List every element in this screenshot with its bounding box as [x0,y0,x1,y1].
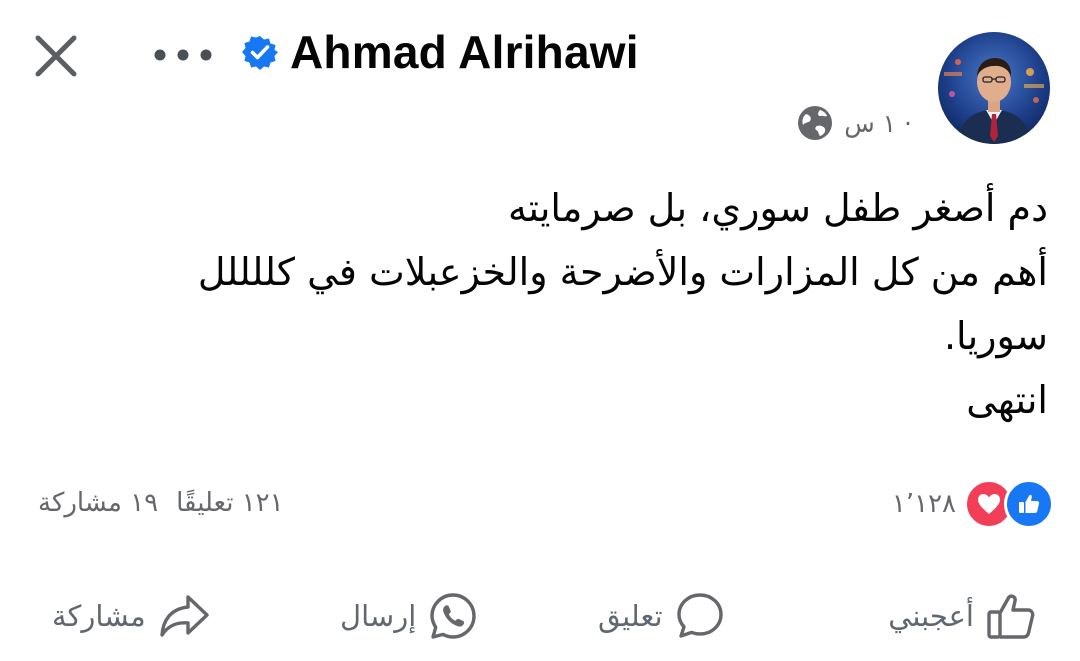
share-label: مشاركة [52,599,146,633]
author-name[interactable]: Ahmad Alrihawi [290,25,639,79]
share-button[interactable]: مشاركة [52,584,210,648]
post-line: دم أصغر طفل سوري، بل صرمايته [508,186,1048,230]
post-line: سوريا. [943,314,1048,358]
comment-label: تعليق [598,599,663,633]
like-icon [987,594,1035,639]
close-icon [35,35,77,77]
close-button[interactable] [28,28,84,84]
post-body: دم أصغر طفل سوري، بل صرمايته أهم من كل ا… [48,176,1048,432]
post-line: أهم من كل المزارات والأضرحة والخزعبلات ف… [197,250,1048,294]
share-icon [159,595,209,637]
shares-count[interactable]: ١٩ مشاركة [38,488,158,518]
comment-button[interactable]: تعليق [598,584,725,648]
globe-icon[interactable] [796,104,834,142]
comments-count[interactable]: ١٢١ تعليقًا [176,488,283,518]
comment-icon [676,593,723,638]
like-reaction-icon [1004,479,1054,529]
verified-badge-icon [242,36,278,70]
reactions-count[interactable]: ١٬١٢٨ [892,489,956,519]
post-line: انتهى [966,378,1048,422]
more-dots-icon [154,49,212,61]
like-label: أعجبني [888,599,974,633]
engagement-stats: ١٢١ تعليقًا ١٩ مشاركة [38,480,284,526]
like-button[interactable]: أعجبني [888,584,1036,648]
avatar-image [938,32,1050,144]
whatsapp-icon [430,593,476,639]
reactions-summary[interactable]: ١٬١٢٨ [892,476,1054,532]
post-meta: ١ س · [796,100,912,146]
send-button[interactable]: إرسال [340,584,478,648]
author-header[interactable]: Ahmad Alrihawi [242,22,639,82]
author-avatar[interactable] [938,32,1050,144]
send-label: إرسال [340,599,417,633]
post-time[interactable]: ١ س · [844,109,912,138]
more-options-button[interactable] [150,40,216,70]
